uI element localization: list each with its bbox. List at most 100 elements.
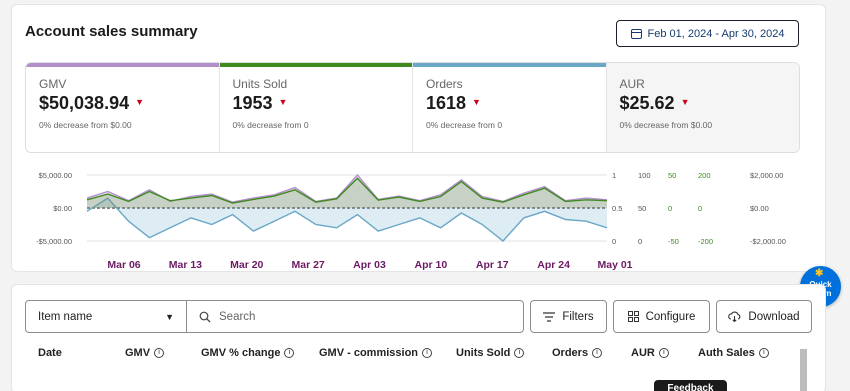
scrollbar[interactable]: ▲ ▼ [825, 13, 826, 263]
x-tick-label: Mar 06 [107, 259, 140, 271]
kpi-value: $25.62 [619, 93, 675, 113]
kpi-row: GMV $50,038.94 ▼ 0% decrease from $0.00 U… [25, 62, 800, 153]
date-range-picker[interactable]: Feb 01, 2024 - Apr 30, 2024 [616, 20, 799, 47]
info-icon[interactable]: i [758, 348, 769, 358]
info-icon[interactable]: i [514, 348, 525, 358]
filters-label: Filters [562, 310, 594, 323]
cloud-download-icon [728, 311, 741, 322]
date-range-label: Feb 01, 2024 - Apr 30, 2024 [647, 27, 785, 40]
item-name-select[interactable]: Item name ▼ [25, 300, 187, 333]
configure-button[interactable]: Configure [613, 300, 710, 333]
info-icon[interactable]: i [658, 348, 669, 358]
search-icon [199, 311, 211, 322]
summary-title: Account sales summary [25, 23, 198, 40]
spark-icon: ✱ [815, 268, 824, 279]
kpi-change: 0% decrease from $0.00 [39, 120, 132, 130]
kpi-orders[interactable]: Orders 1618 ▼ 0% decrease from 0 [413, 63, 607, 152]
column-date[interactable]: Date [38, 347, 62, 359]
column-aur[interactable]: AUR i [631, 347, 669, 359]
x-tick-label: Apr 24 [537, 259, 570, 271]
right-axis-tick-label: 50 [668, 171, 676, 180]
column-orders[interactable]: Orders i [552, 347, 603, 359]
filter-icon [543, 311, 556, 322]
info-icon[interactable]: i [592, 348, 603, 358]
kpi-label: GMV [39, 77, 67, 91]
x-tick-label: May 01 [597, 259, 632, 271]
kpi-color-bar [413, 63, 606, 67]
y-tick-label: $5,000.00 [39, 171, 72, 180]
column-gmv[interactable]: GMV i [125, 347, 165, 359]
right-axis-tick-label: 100 [638, 171, 651, 180]
column-label: GMV % change [201, 347, 281, 359]
x-tick-label: Apr 03 [353, 259, 386, 271]
kpi-label: Orders [426, 77, 463, 91]
kpi-label: AUR [619, 77, 645, 91]
kpi-value: $50,038.94 [39, 93, 130, 113]
column-label: Units Sold [456, 347, 511, 359]
column-label: GMV - commission [319, 347, 419, 359]
kpi-units-sold[interactable]: Units Sold 1953 ▼ 0% decrease from 0 [219, 63, 413, 152]
column-label: GMV [125, 347, 151, 359]
column-gmv-change[interactable]: GMV % change i [201, 347, 295, 359]
right-axis-tick-label: $2,000.00 [750, 171, 783, 180]
decrease-arrow-icon: ▼ [680, 97, 690, 107]
column-label: Date [38, 347, 62, 359]
column-label: Auth Sales [698, 347, 755, 359]
right-axis-tick-label: 0 [638, 237, 642, 246]
configure-label: Configure [645, 310, 696, 323]
y-tick-label: -$5,000.00 [36, 237, 72, 246]
right-axis-tick-label: -50 [668, 237, 679, 246]
kpi-change: 0% decrease from $0.00 [619, 120, 713, 130]
column-auth-sales[interactable]: Auth Sales i [698, 347, 769, 359]
account-sales-summary-card: Account sales summary Feb 01, 2024 - Apr… [11, 4, 826, 272]
right-axis-tick-label: 200 [698, 171, 711, 180]
kpi-label: Units Sold [232, 77, 288, 91]
kpi-value: 1953 [232, 93, 273, 113]
kpi-value: 1618 [426, 93, 467, 113]
x-tick-label: Apr 10 [415, 259, 448, 271]
column-label: Orders [552, 347, 589, 359]
right-axis-tick-label: 0 [668, 204, 672, 213]
info-icon[interactable]: i [284, 348, 295, 358]
kpi-aur[interactable]: AUR $25.62 ▼ 0% decrease from $0.00 [606, 63, 799, 152]
item-table-card: Item name ▼ Filters Configure [11, 284, 826, 391]
info-icon[interactable]: i [154, 348, 165, 358]
kpi-gmv[interactable]: GMV $50,038.94 ▼ 0% decrease from $0.00 [26, 63, 220, 152]
sales-chart[interactable]: $5,000.00 $0.00 -$5,000.00 1 0.5 0 100 50 0 50 0 -5… [12, 155, 826, 272]
kpi-change: 0% decrease from 0 [232, 120, 309, 130]
table-scrollbar[interactable] [799, 345, 808, 391]
decrease-arrow-icon: ▼ [135, 97, 145, 107]
y-tick-label: $0.00 [53, 204, 72, 213]
decrease-arrow-icon: ▼ [278, 97, 288, 107]
scrollbar-thumb[interactable] [800, 349, 807, 391]
table-header: Date GMV i GMV % change i GMV - commission… [25, 347, 805, 363]
decrease-arrow-icon: ▼ [472, 97, 481, 107]
right-axis-tick-label: 50 [638, 204, 646, 213]
right-axis-tick-label: -200 [698, 237, 713, 246]
search-input[interactable] [219, 310, 499, 323]
item-select-value: Item name [38, 310, 93, 323]
right-axis-tick-label: -$2,000.00 [750, 237, 786, 246]
kpi-color-bar [219, 63, 412, 67]
feedback-tab[interactable]: Feedback [654, 380, 727, 391]
right-axis-tick-label: 0 [612, 237, 616, 246]
column-gmv-commission[interactable]: GMV - commission i [319, 347, 433, 359]
grid-icon [627, 311, 639, 322]
filters-button[interactable]: Filters [530, 300, 607, 333]
download-button[interactable]: Download [716, 300, 812, 333]
kpi-color-bar [26, 63, 219, 67]
x-tick-label: Mar 27 [291, 259, 324, 271]
x-tick-label: Mar 20 [230, 259, 263, 271]
right-axis-tick-label: 0.5 [612, 204, 622, 213]
right-axis-tick-label: $0.00 [750, 204, 769, 213]
column-label: AUR [631, 347, 655, 359]
download-label: Download [748, 310, 800, 323]
right-axis-tick-label: 0 [698, 204, 702, 213]
calendar-icon [630, 28, 642, 39]
x-tick-label: Apr 17 [476, 259, 509, 271]
right-axis-tick-label: 1 [612, 171, 616, 180]
search-field[interactable] [186, 300, 524, 333]
caret-down-icon: ▼ [165, 311, 174, 322]
info-icon[interactable]: i [422, 348, 433, 358]
column-units-sold[interactable]: Units Sold i [456, 347, 525, 359]
